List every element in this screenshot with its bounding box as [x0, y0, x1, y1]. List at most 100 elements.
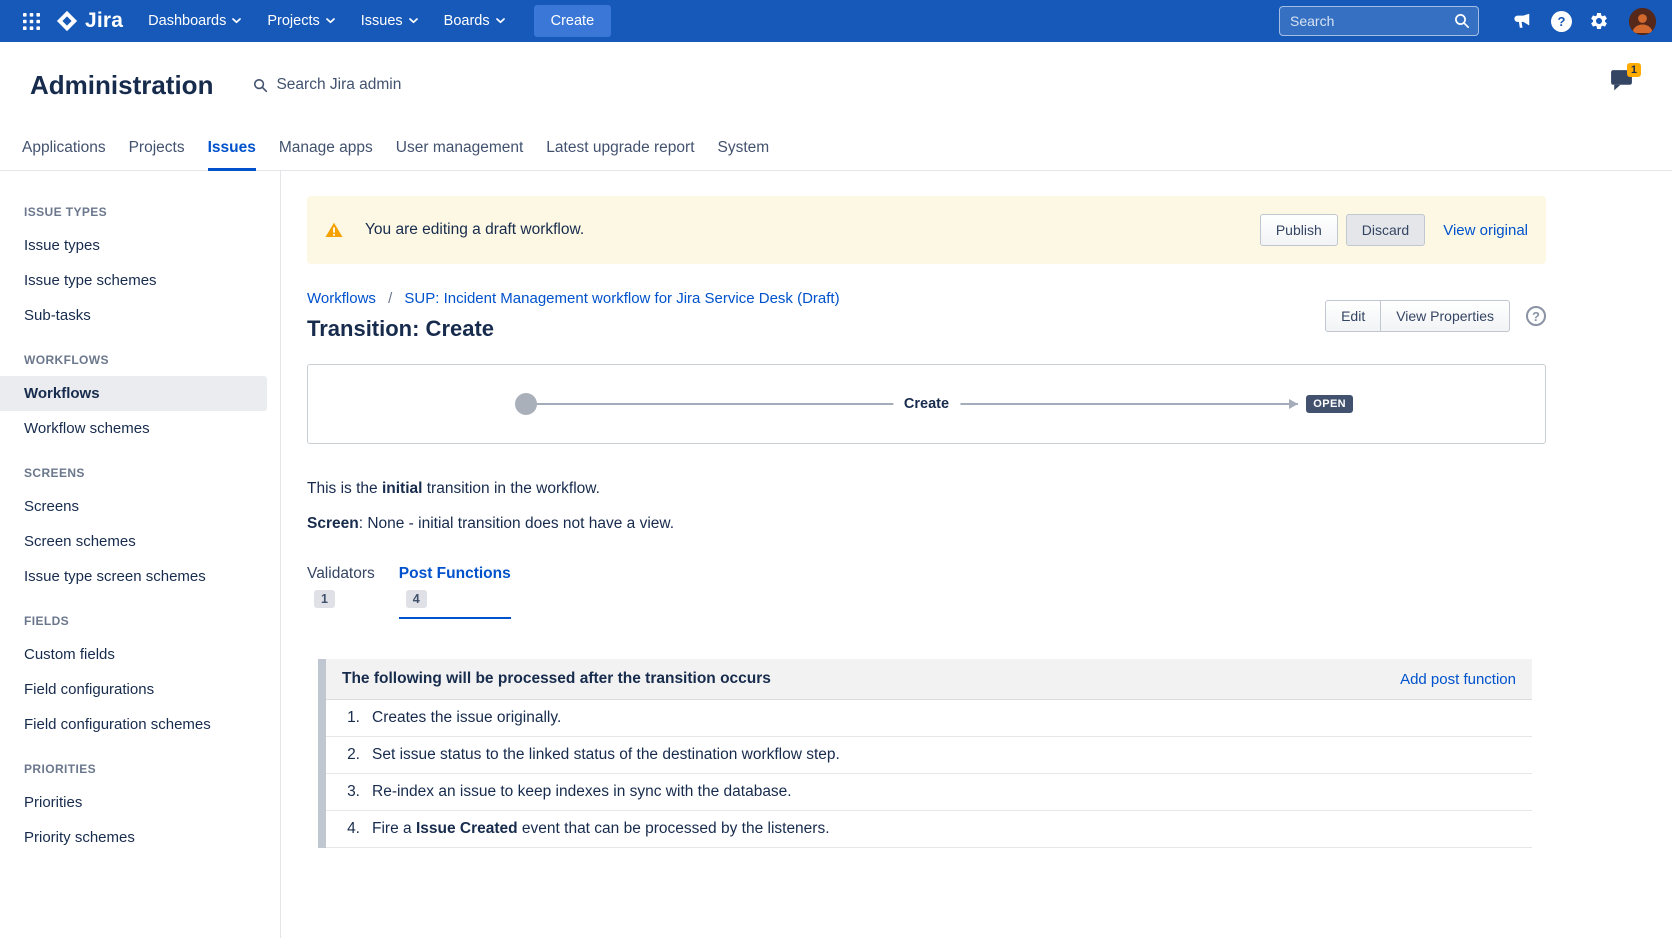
- arrow-head-icon: [1289, 399, 1298, 409]
- post-functions-table: The following will be processed after th…: [318, 659, 1532, 848]
- admin-tab-issues[interactable]: Issues: [208, 139, 256, 170]
- topnav-menu: Dashboards Projects Issues Boards: [135, 0, 517, 42]
- row-text: Fire a Issue Created event that can be p…: [372, 820, 830, 838]
- nav-item-projects[interactable]: Projects: [254, 0, 347, 42]
- head-actions: Edit View Properties: [1325, 300, 1546, 332]
- admin-tab-projects[interactable]: Projects: [129, 139, 185, 170]
- tab-validators[interactable]: Validators1: [307, 565, 375, 619]
- page-title: Transition: Create: [307, 316, 840, 342]
- breadcrumb-workflow-link[interactable]: SUP: Incident Management workflow for Ji…: [404, 290, 839, 307]
- sidebar-item-screen-schemes[interactable]: Screen schemes: [0, 524, 280, 559]
- nav-item-boards[interactable]: Boards: [431, 0, 518, 42]
- row-number: 4.: [326, 820, 360, 838]
- breadcrumb: Workflows / SUP: Incident Management wor…: [307, 290, 840, 307]
- page-head: Workflows / SUP: Incident Management wor…: [307, 290, 1546, 342]
- sidebar-item-field-configuration-schemes[interactable]: Field configuration schemes: [0, 707, 280, 742]
- row-number: 2.: [326, 746, 360, 764]
- nav-item-label: Issues: [361, 13, 403, 29]
- tab-post-functions[interactable]: Post Functions 4: [399, 565, 511, 619]
- sidebar-section-title: WORKFLOWS: [0, 333, 280, 376]
- jira-logo-icon: [56, 10, 78, 32]
- admin-tab-system[interactable]: System: [718, 139, 770, 170]
- notification-badge: 1: [1627, 63, 1641, 77]
- view-properties-button[interactable]: View Properties: [1380, 300, 1510, 332]
- sidebar-item-issue-type-screen-schemes[interactable]: Issue type screen schemes: [0, 559, 280, 594]
- create-button[interactable]: Create: [534, 5, 612, 37]
- status-badge[interactable]: OPEN: [1306, 395, 1353, 413]
- jira-logo[interactable]: Jira: [56, 9, 123, 33]
- admin-search[interactable]: Search Jira admin: [253, 76, 401, 94]
- admin-tabs: Applications Projects Issues Manage apps Use…: [0, 128, 1672, 171]
- search-icon: [1454, 13, 1470, 29]
- top-navbar: Jira Dashboards Projects Issues Boards Crea…: [0, 0, 1672, 42]
- admin-tab-user-management[interactable]: User management: [396, 139, 524, 170]
- sidebar-section-title: FIELDS: [0, 594, 280, 637]
- initial-transition-note: This is the initial transition in the wo…: [307, 480, 1546, 498]
- row-number: 1.: [326, 709, 360, 727]
- sidebar-item-sub-tasks[interactable]: Sub-tasks: [0, 298, 280, 333]
- sidebar-section-title: ISSUE TYPES: [0, 185, 280, 228]
- admin-tab-applications[interactable]: Applications: [22, 139, 106, 170]
- question-circle-icon[interactable]: [1526, 306, 1546, 326]
- help-icon[interactable]: [1551, 11, 1572, 32]
- search-icon: [253, 78, 268, 93]
- sidebar-item-priority-schemes[interactable]: Priority schemes: [0, 820, 280, 855]
- row-text: Set issue status to the linked status of…: [372, 746, 840, 764]
- draft-banner-message: You are editing a draft workflow.: [365, 221, 584, 239]
- breadcrumb-separator: /: [388, 290, 392, 307]
- sidebar-item-issue-type-schemes[interactable]: Issue type schemes: [0, 263, 280, 298]
- sidebar-section: SCREENSScreensScreen schemesIssue type s…: [0, 446, 280, 594]
- search-input[interactable]: [1279, 6, 1479, 36]
- edit-button[interactable]: Edit: [1325, 300, 1381, 332]
- post-function-row: 1.Creates the issue originally.: [326, 700, 1532, 737]
- page-heading: Administration: [30, 70, 213, 101]
- breadcrumb-workflows-link[interactable]: Workflows: [307, 290, 376, 307]
- post-functions-header-title: The following will be processed after th…: [342, 670, 771, 688]
- settings-icon[interactable]: [1584, 6, 1614, 36]
- sidebar-item-field-configurations[interactable]: Field configurations: [0, 672, 280, 707]
- sidebar-section-title: SCREENS: [0, 446, 280, 489]
- nav-item-label: Boards: [444, 13, 490, 29]
- admin-header: Administration Search Jira admin 1: [0, 42, 1672, 128]
- discard-button[interactable]: Discard: [1346, 214, 1425, 246]
- sidebar-item-screens[interactable]: Screens: [0, 489, 280, 524]
- admin-search-label: Search Jira admin: [276, 76, 401, 94]
- nav-item-issues[interactable]: Issues: [348, 0, 431, 42]
- nav-item-dashboards[interactable]: Dashboards: [135, 0, 254, 42]
- chevron-down-icon: [232, 18, 241, 24]
- avatar[interactable]: [1629, 8, 1656, 35]
- sidebar-item-priorities[interactable]: Priorities: [0, 785, 280, 820]
- tab-label: Post Functions: [399, 565, 511, 583]
- main-content: You are editing a draft workflow. Publis…: [281, 171, 1672, 938]
- tab-count-badge: 4: [406, 590, 427, 608]
- sidebar-item-workflow-schemes[interactable]: Workflow schemes: [0, 411, 280, 446]
- initial-node: [515, 393, 537, 415]
- add-post-function-link[interactable]: Add post function: [1400, 671, 1516, 688]
- post-function-rows: 1.Creates the issue originally. 2. Set iss…: [326, 700, 1532, 848]
- sidebar-section-title: PRIORITIES: [0, 742, 280, 785]
- topnav-search: [1279, 6, 1479, 36]
- sidebar-section: ISSUE TYPESIssue typesIssue type schemes…: [0, 185, 280, 333]
- sidebar-section: FIELDSCustom fieldsField configurationsF…: [0, 594, 280, 742]
- sidebar-item-issue-types[interactable]: Issue types: [0, 228, 280, 263]
- transition-label: Create: [893, 396, 960, 412]
- screen-note: Screen: None - initial transition does n…: [307, 515, 1546, 533]
- sidebar-item-workflows[interactable]: Workflows: [0, 376, 267, 411]
- announcement-icon[interactable]: [1507, 6, 1537, 36]
- sidebar-section: PRIORITIESPrioritiesPriority schemes: [0, 742, 280, 855]
- chevron-down-icon: [326, 18, 335, 24]
- admin-tab-manage-apps[interactable]: Manage apps: [279, 139, 373, 170]
- publish-button[interactable]: Publish: [1260, 214, 1338, 246]
- sidebar-section: WORKFLOWSWorkflowsWorkflow schemes: [0, 333, 280, 446]
- nav-item-label: Dashboards: [148, 13, 226, 29]
- post-function-row: 2. Set issue status to the linked status …: [326, 737, 1532, 774]
- draft-workflow-banner: You are editing a draft workflow. Publis…: [307, 196, 1546, 264]
- feedback-icon[interactable]: 1: [1609, 68, 1634, 96]
- admin-tab-latest-upgrade-report[interactable]: Latest upgrade report: [546, 139, 694, 170]
- view-original-link[interactable]: View original: [1443, 222, 1528, 239]
- sidebar-item-custom-fields[interactable]: Custom fields: [0, 637, 280, 672]
- tab-count-badge: 1: [314, 590, 335, 608]
- row-number: 3.: [326, 783, 360, 801]
- app-switcher-icon[interactable]: [16, 6, 46, 36]
- nav-item-label: Projects: [267, 13, 319, 29]
